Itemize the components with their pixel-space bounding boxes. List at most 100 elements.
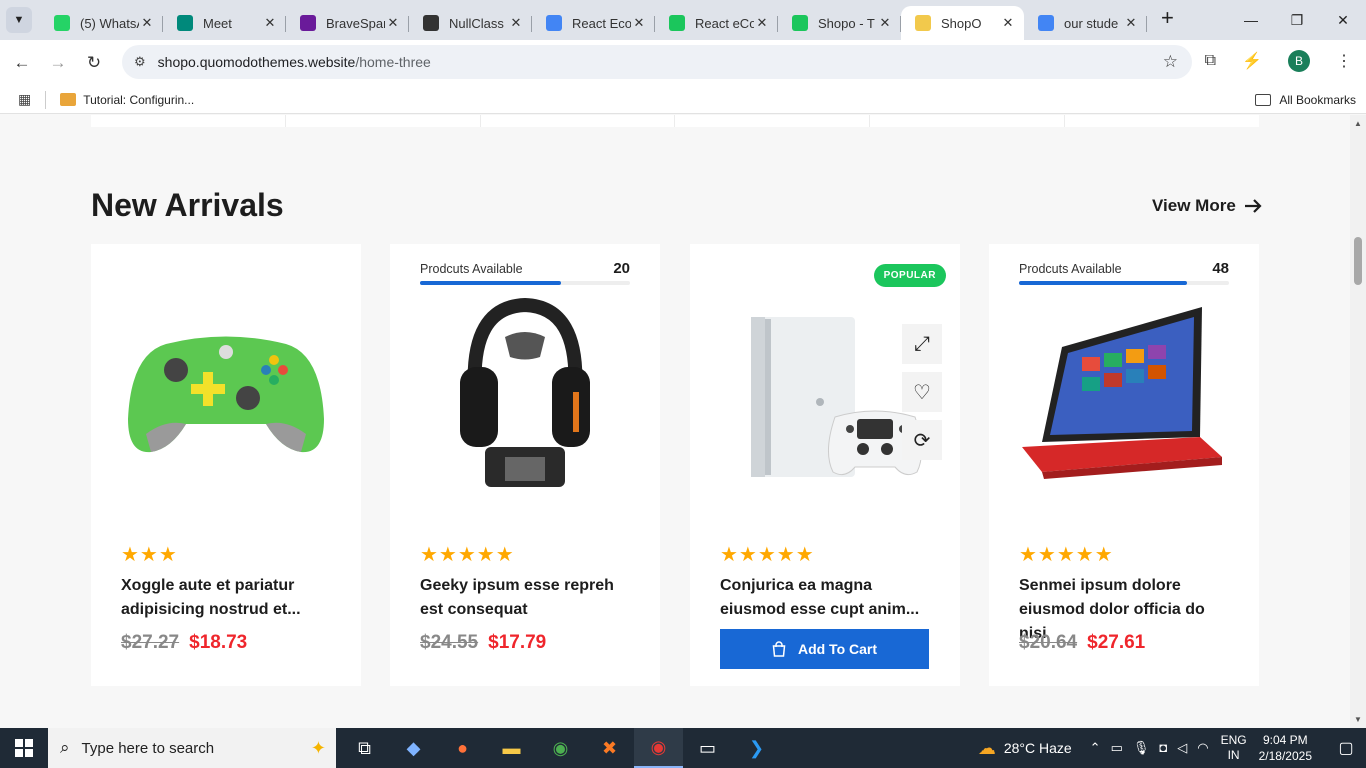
toolbar-actions: ⧉ ⚡ B ⋮ <box>1205 50 1352 72</box>
close-window-icon[interactable]: ✕ <box>1320 0 1366 40</box>
copilot-icon[interactable]: ◆ <box>389 728 438 768</box>
rating-stars: ★★★★★ <box>420 544 515 566</box>
browser-tab[interactable]: React Eco ✕ <box>532 6 655 40</box>
vscode-icon[interactable]: ❯ <box>732 728 781 768</box>
tab-close-icon[interactable]: ✕ <box>1000 15 1016 31</box>
volume-icon[interactable]: ◁ <box>1177 740 1187 756</box>
tab-title: Shopo - T <box>818 15 875 31</box>
apps-grid-icon[interactable]: ▦ <box>18 91 31 108</box>
browser-tab-bar: ▼ (5) WhatsApp✕Meet✕BraveSpark✕NullClass… <box>0 0 1366 40</box>
tab-close-icon[interactable]: ✕ <box>139 15 155 31</box>
product-name[interactable]: Geeky ipsum esse repreh est consequat <box>420 574 632 622</box>
product-card[interactable]: ★★★ Xoggle aute et pariatur adipisicing … <box>91 244 361 686</box>
chevron-up-icon[interactable]: ⌃ <box>1090 740 1101 756</box>
menu-icon[interactable]: ⋮ <box>1336 51 1352 71</box>
taskbar-search-input[interactable]: ⌕ Type here to search ✦ <box>48 728 336 768</box>
product-card[interactable]: Prodcuts Available 20 ★★★★★ Geeky ipsum … <box>390 244 660 686</box>
weather-widget[interactable]: ☁ 28°C Haze <box>978 738 1072 759</box>
tab-title: NullClass <box>449 15 504 31</box>
stock-count: 20 <box>613 260 630 277</box>
stock-indicator: Prodcuts Available 48 <box>1019 260 1229 285</box>
product-name[interactable]: Conjurica ea magna eiusmod esse cupt ani… <box>720 574 932 622</box>
extensions-icon[interactable]: ⧉ <box>1205 52 1216 70</box>
scroll-up-icon[interactable]: ▲ <box>1354 119 1362 128</box>
reload-icon[interactable]: ↻ <box>76 53 112 73</box>
forward-icon[interactable]: → <box>40 53 76 73</box>
wishlist-heart-icon[interactable]: ♡ <box>902 372 942 412</box>
quick-view-icon[interactable]: ⤢ <box>902 324 942 364</box>
tab-close-icon[interactable]: ✕ <box>631 15 647 31</box>
restore-icon[interactable]: ❐ <box>1274 0 1320 40</box>
whatsapp-icon <box>54 15 70 31</box>
view-more-link[interactable]: View More <box>1152 196 1262 216</box>
compare-icon[interactable]: ⟳ <box>902 420 942 460</box>
quick-actions: ⤢ ♡ ⟳ <box>902 324 942 460</box>
windows-start-icon[interactable] <box>0 728 48 768</box>
browser-tab[interactable]: React eCo ✕ <box>655 6 778 40</box>
language-indicator[interactable]: ENG IN <box>1221 733 1247 763</box>
new-tab-button[interactable]: + <box>1161 5 1174 31</box>
google-icon <box>1038 15 1054 31</box>
window-controls: — ❐ ✕ <box>1228 0 1366 40</box>
all-bookmarks-label: All Bookmarks <box>1279 92 1356 107</box>
page-scrollbar[interactable]: ▲ ▼ <box>1350 115 1366 728</box>
chrome-icon[interactable]: ◉ <box>536 728 585 768</box>
back-icon[interactable]: ← <box>4 53 40 73</box>
tab-strip: (5) WhatsApp✕Meet✕BraveSpark✕NullClass✕R… <box>40 0 1147 40</box>
camera-icon[interactable]: ◘ <box>1159 740 1167 756</box>
site-info-icon[interactable]: ⚙ <box>134 54 146 70</box>
browser-tab[interactable]: Shopo - T ✕ <box>778 6 901 40</box>
minimize-icon[interactable]: — <box>1228 0 1274 40</box>
product-image[interactable] <box>410 294 640 494</box>
scroll-down-icon[interactable]: ▼ <box>1354 715 1362 724</box>
all-bookmarks-button[interactable]: All Bookmarks <box>1255 93 1356 107</box>
browser-tab[interactable]: (5) WhatsApp✕ <box>40 6 163 40</box>
tab-close-icon[interactable]: ✕ <box>1123 15 1139 31</box>
product-image[interactable] <box>111 294 341 494</box>
bookmark-item[interactable]: Tutorial: Configurin... <box>60 93 194 107</box>
terminal-icon[interactable]: ▭ <box>683 728 732 768</box>
url-host: shopo.quomodothemes.website <box>157 54 356 70</box>
browser-tab[interactable]: NullClass ✕ <box>409 6 532 40</box>
browser-tab[interactable]: our stude ✕ <box>1024 6 1147 40</box>
tab-search-button[interactable]: ▼ <box>6 7 32 33</box>
product-image[interactable] <box>1009 294 1239 494</box>
bookmark-star-icon[interactable]: ☆ <box>1163 52 1178 72</box>
taskbar-clock[interactable]: 9:04 PM 2/18/2025 <box>1259 732 1312 764</box>
tab-close-icon[interactable]: ✕ <box>508 15 524 31</box>
battery-icon[interactable]: ▭ <box>1111 740 1123 756</box>
chrome-profile-icon[interactable]: ◉ <box>634 728 683 768</box>
tab-close-icon[interactable]: ✕ <box>754 15 770 31</box>
rating-stars: ★★★ <box>121 544 178 566</box>
file-explorer-icon[interactable]: ▬ <box>487 728 536 768</box>
performance-icon[interactable]: ⚡ <box>1242 51 1262 71</box>
browser-tab[interactable]: BraveSpark✕ <box>286 6 409 40</box>
tab-close-icon[interactable]: ✕ <box>385 15 401 31</box>
notification-icon[interactable]: ▢ <box>1326 738 1366 758</box>
task-view-icon[interactable]: ⧉ <box>340 728 389 768</box>
microphone-icon[interactable]: 🎙 <box>1133 740 1150 756</box>
rating-stars: ★★★★★ <box>1019 544 1114 566</box>
tab-close-icon[interactable]: ✕ <box>877 15 893 31</box>
url-path: /home-three <box>355 54 431 70</box>
add-to-cart-button[interactable]: Add To Cart <box>720 629 929 669</box>
stock-label: Prodcuts Available <box>1019 261 1122 276</box>
product-name[interactable]: Xoggle aute et pariatur adipisicing nost… <box>121 574 333 622</box>
product-card[interactable]: Prodcuts Available 48 ★★★★★ Senmei ipsum… <box>989 244 1259 686</box>
tab-close-icon[interactable]: ✕ <box>262 15 278 31</box>
browser-tab[interactable]: Meet ✕ <box>163 6 286 40</box>
tab-title: our stude <box>1064 15 1119 31</box>
scrollbar-thumb[interactable] <box>1354 237 1362 285</box>
xampp-icon[interactable]: ✖ <box>585 728 634 768</box>
browser-tab[interactable]: ShopO ✕ <box>901 6 1024 40</box>
product-card[interactable]: POPULAR ⤢ ♡ ⟳ ★★★★★ Conjurica ea magna e… <box>690 244 960 686</box>
stock-label: Prodcuts Available <box>420 261 523 276</box>
firefox-icon[interactable]: ● <box>438 728 487 768</box>
wifi-icon[interactable]: ◠ <box>1197 740 1208 756</box>
old-price: $20.64 <box>1019 632 1078 653</box>
profile-avatar[interactable]: B <box>1288 50 1310 72</box>
stock-bar <box>1019 281 1229 285</box>
address-bar[interactable]: ⚙ shopo.quomodothemes.website/home-three… <box>122 45 1192 79</box>
section-title: New Arrivals <box>91 187 284 223</box>
url-text[interactable]: shopo.quomodothemes.website/home-three <box>158 54 431 70</box>
